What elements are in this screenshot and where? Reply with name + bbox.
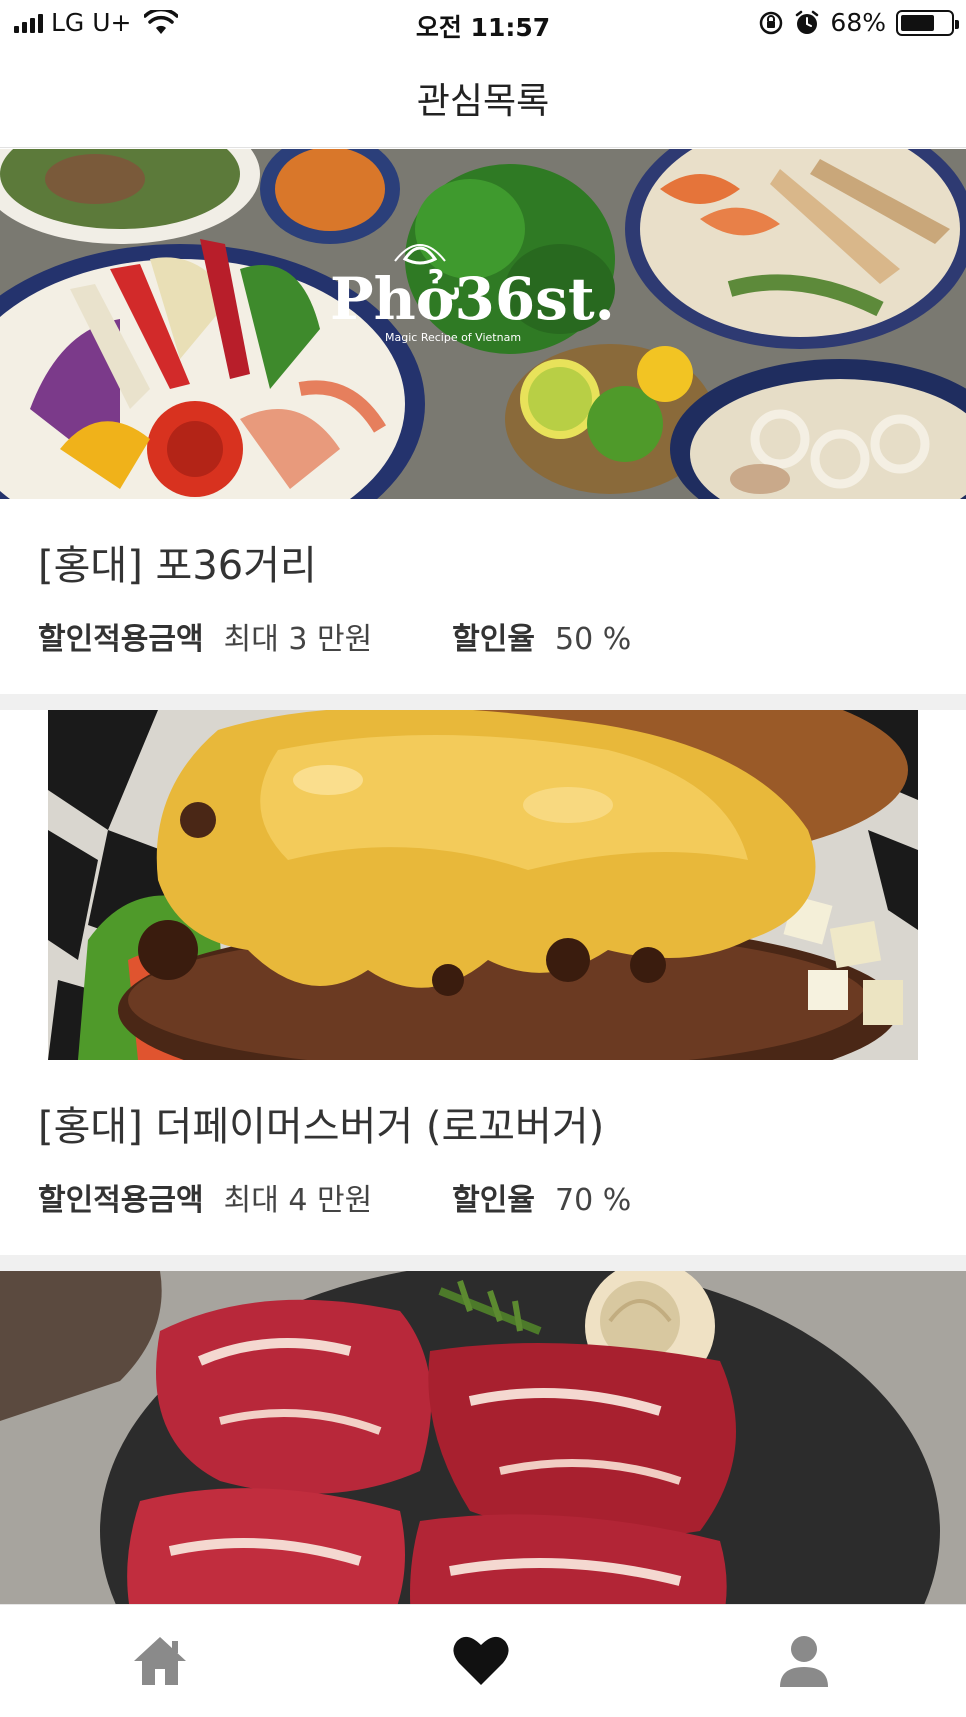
discount-amount-label: 할인적용금액 bbox=[38, 622, 204, 657]
discount-rate-label: 할인율 bbox=[452, 1183, 535, 1218]
battery-percent: 68% bbox=[830, 8, 886, 37]
discount-amount-value: 최대 3 만원 bbox=[223, 622, 373, 657]
list-separator bbox=[0, 1255, 966, 1271]
discount-amount-value: 최대 4 만원 bbox=[223, 1183, 373, 1218]
battery-tip bbox=[955, 19, 959, 29]
photo-tagline-text: Magic Recipe of Vietnam bbox=[385, 331, 521, 344]
discount-rate-label: 할인율 bbox=[452, 622, 535, 657]
person-icon bbox=[780, 1636, 828, 1687]
rotation-lock-icon bbox=[760, 11, 783, 34]
discount-rate-value: 50 % bbox=[554, 622, 632, 657]
restaurant-name[interactable]: [홍대] 포36거리 bbox=[38, 533, 317, 591]
beef-image bbox=[0, 1271, 966, 1604]
pho-dishes-image: Phở36st. Magic Recipe of Vietnam bbox=[0, 149, 966, 499]
home-icon bbox=[134, 1637, 186, 1685]
favorites-list[interactable]: Phở36st. Magic Recipe of Vietnam [홍대] 포3… bbox=[0, 149, 966, 1604]
list-item[interactable] bbox=[0, 1271, 966, 1604]
restaurant-photo[interactable]: Phở36st. Magic Recipe of Vietnam bbox=[0, 149, 966, 499]
discount-amount-label: 할인적용금액 bbox=[38, 1183, 204, 1218]
restaurant-photo[interactable] bbox=[0, 1271, 966, 1604]
burger-image bbox=[48, 710, 918, 1060]
status-bar: LG U+ 오전 11:57 68% bbox=[0, 0, 966, 48]
discount-info: 할인적용금액 최대 3 만원 할인율 50 % bbox=[38, 614, 631, 658]
tab-bar bbox=[0, 1604, 966, 1717]
status-right: 68% bbox=[758, 8, 959, 37]
heart-icon bbox=[453, 1636, 509, 1685]
battery-icon bbox=[896, 9, 959, 36]
discount-info: 할인적용금액 최대 4 만원 할인율 70 % bbox=[38, 1175, 631, 1219]
discount-rate-value: 70 % bbox=[554, 1183, 632, 1218]
tab-home[interactable] bbox=[130, 1631, 190, 1691]
battery-fill bbox=[901, 14, 934, 31]
tab-favorites[interactable] bbox=[451, 1631, 511, 1691]
tab-profile[interactable] bbox=[774, 1631, 834, 1691]
list-item[interactable]: [홍대] 더페이머스버거 (로꼬버거) 할인적용금액 최대 4 만원 할인율 7… bbox=[0, 710, 966, 1255]
screen: LG U+ 오전 11:57 68% 관심목록 Phở36st. Magic R… bbox=[0, 0, 966, 1717]
list-item[interactable]: Phở36st. Magic Recipe of Vietnam [홍대] 포3… bbox=[0, 149, 966, 694]
page-title: 관심목록 bbox=[416, 80, 550, 122]
list-separator bbox=[0, 694, 966, 710]
photo-logo-text: Phở36st. bbox=[330, 265, 615, 333]
nav-bar: 관심목록 bbox=[0, 48, 966, 148]
alarm-icon bbox=[796, 10, 819, 34]
restaurant-photo[interactable] bbox=[48, 710, 918, 1060]
restaurant-name[interactable]: [홍대] 더페이머스버거 (로꼬버거) bbox=[38, 1094, 604, 1152]
